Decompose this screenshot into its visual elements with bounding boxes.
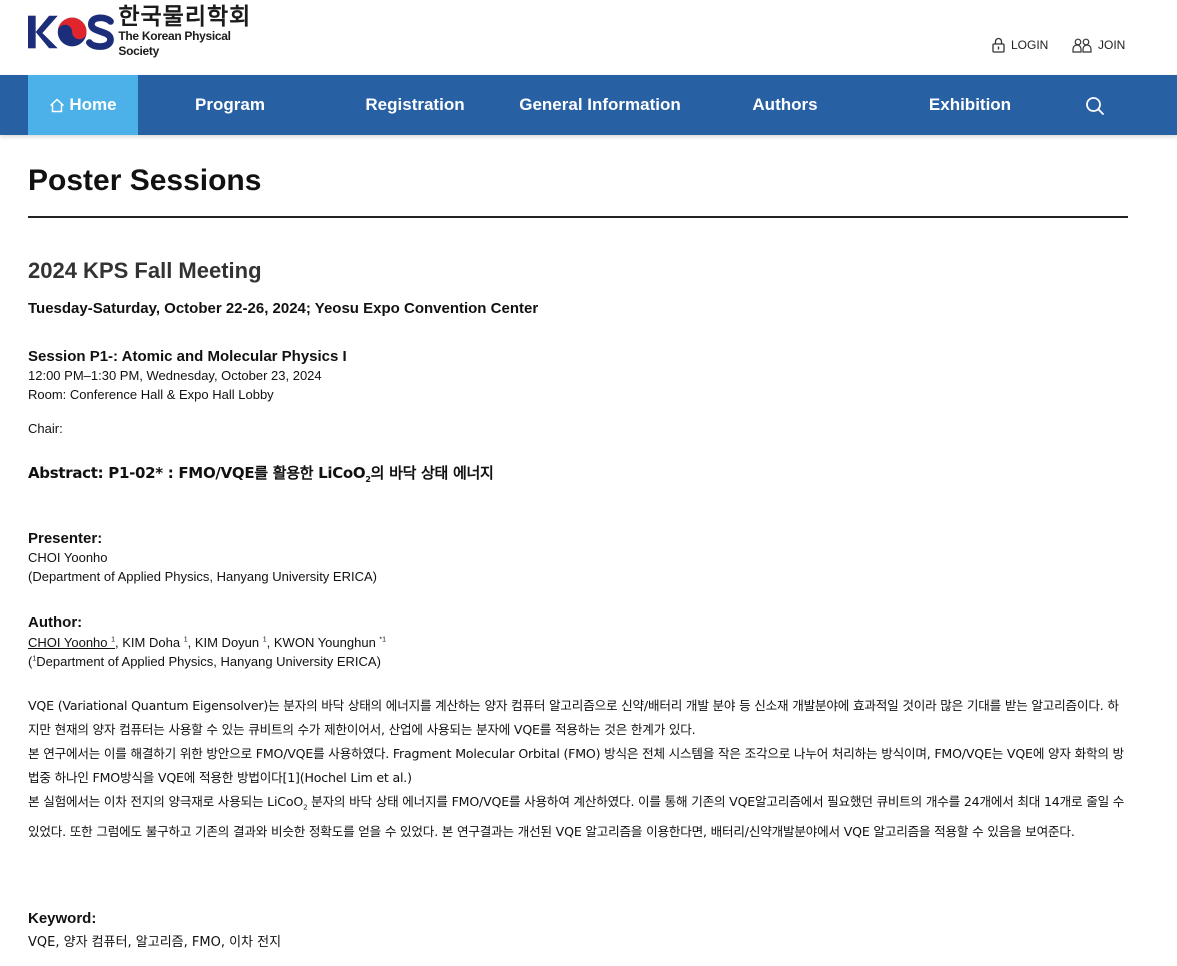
logo-english: The Korean Physical Society: [118, 29, 231, 58]
author-affiliation-mark: 1: [262, 636, 267, 644]
author-link[interactable]: CHOI Yoonho 1: [28, 635, 115, 650]
join-label: JOIN: [1098, 38, 1126, 52]
meeting-info: Tuesday-Saturday, October 22-26, 2024; Y…: [28, 300, 539, 317]
session-chair: Chair:: [28, 421, 63, 436]
login-label: LOGIN: [1011, 38, 1049, 52]
main-nav: Home Program Registration General Inform…: [0, 75, 1177, 135]
site-header: 한국물리학회 The Korean Physical Society LOGIN…: [0, 0, 1177, 75]
users-icon: [1072, 38, 1092, 53]
kps-logo[interactable]: 한국물리학회 The Korean Physical Society: [28, 5, 268, 58]
nav-program-label: Program: [195, 95, 265, 114]
author-affiliation-text: Department of Applied Physics, Hanyang U…: [36, 654, 381, 669]
abstract-paragraph: 본 연구에서는 이를 해결하기 위한 방안으로 FMO/VQE를 사용하였다. …: [28, 746, 1124, 785]
author-name: CHOI Yoonho: [28, 635, 112, 650]
home-icon: [50, 97, 65, 112]
nav-home-label: Home: [69, 95, 117, 114]
author-link[interactable]: KWON Younghun *1: [274, 635, 386, 650]
nav-program[interactable]: Program: [160, 75, 300, 135]
nav-authors[interactable]: Authors: [715, 75, 855, 135]
nav-exhibition[interactable]: Exhibition: [900, 75, 1040, 135]
author-name: KWON Younghun: [273, 635, 380, 650]
nav-authors-label: Authors: [752, 95, 818, 114]
session-title: Session P1-: Atomic and Molecular Physic…: [28, 348, 347, 365]
nav-registration[interactable]: Registration: [345, 75, 485, 135]
page-title: Poster Sessions: [28, 164, 262, 197]
abstract-title-main: Abstract: P1-02* : FMO/VQE를 활용한 LiCoO: [28, 464, 366, 482]
author-name: KIM Doha: [122, 635, 184, 650]
abstract-body: VQE (Variational Quantum Eigensolver)는 분…: [28, 694, 1128, 844]
author-affiliation-mark: *1: [379, 636, 387, 644]
author-affiliation-mark: 1: [111, 636, 116, 644]
search-icon[interactable]: [1084, 95, 1106, 117]
nav-general-information-label: General Information: [519, 95, 681, 114]
author-list: CHOI Yoonho 1, KIM Doha 1, KIM Doyun 1, …: [28, 635, 387, 650]
keywords: VQE, 양자 컴퓨터, 알고리즘, FMO, 이차 전지: [28, 935, 282, 950]
nav-general-information[interactable]: General Information: [510, 75, 690, 135]
presenter-label: Presenter:: [28, 530, 103, 547]
abstract-title-end: 의 바닥 상태 에너지: [370, 464, 494, 482]
lock-icon: [992, 37, 1005, 53]
join-link[interactable]: JOIN: [1072, 36, 1125, 54]
logo-korean: 한국물리학회: [118, 4, 252, 30]
presenter-affiliation: (Department of Applied Physics, Hanyang …: [28, 569, 377, 584]
kps-logo-mark: [28, 14, 114, 50]
abstract-title: Abstract: P1-02* : FMO/VQE를 활용한 LiCoO2의 …: [28, 462, 494, 484]
author-name: KIM Doyun: [194, 635, 263, 650]
author-link[interactable]: KIM Doyun 1: [195, 635, 267, 650]
login-link[interactable]: LOGIN: [992, 36, 1048, 54]
abstract-paragraph-start: 본 실험에서는 이차 전지의 양극재로 사용되는 LiCoO: [28, 794, 304, 809]
keyword-label: Keyword:: [28, 910, 97, 927]
nav-registration-label: Registration: [365, 95, 465, 114]
meeting-title: 2024 KPS Fall Meeting: [28, 258, 262, 283]
session-room: Room: Conference Hall & Expo Hall Lobby: [28, 387, 274, 402]
session-time: 12:00 PM–1:30 PM, Wednesday, October 23,…: [28, 368, 322, 383]
logo-text: 한국물리학회 The Korean Physical Society: [118, 5, 268, 59]
author-affiliation: (1Department of Applied Physics, Hanyang…: [28, 654, 381, 669]
abstract-paragraph: VQE (Variational Quantum Eigensolver)는 분…: [28, 698, 1119, 737]
nav-home[interactable]: Home: [28, 75, 138, 135]
abstract-paragraph: 본 실험에서는 이차 전지의 양극재로 사용되는 LiCoO2 분자의 바닥 상…: [28, 790, 1128, 844]
title-divider: [28, 216, 1128, 218]
author-link[interactable]: KIM Doha 1: [122, 635, 187, 650]
author-label: Author:: [28, 614, 83, 631]
nav-exhibition-label: Exhibition: [928, 95, 1012, 114]
author-affiliation-mark: 1: [183, 636, 188, 644]
presenter-name: CHOI Yoonho: [28, 550, 108, 565]
